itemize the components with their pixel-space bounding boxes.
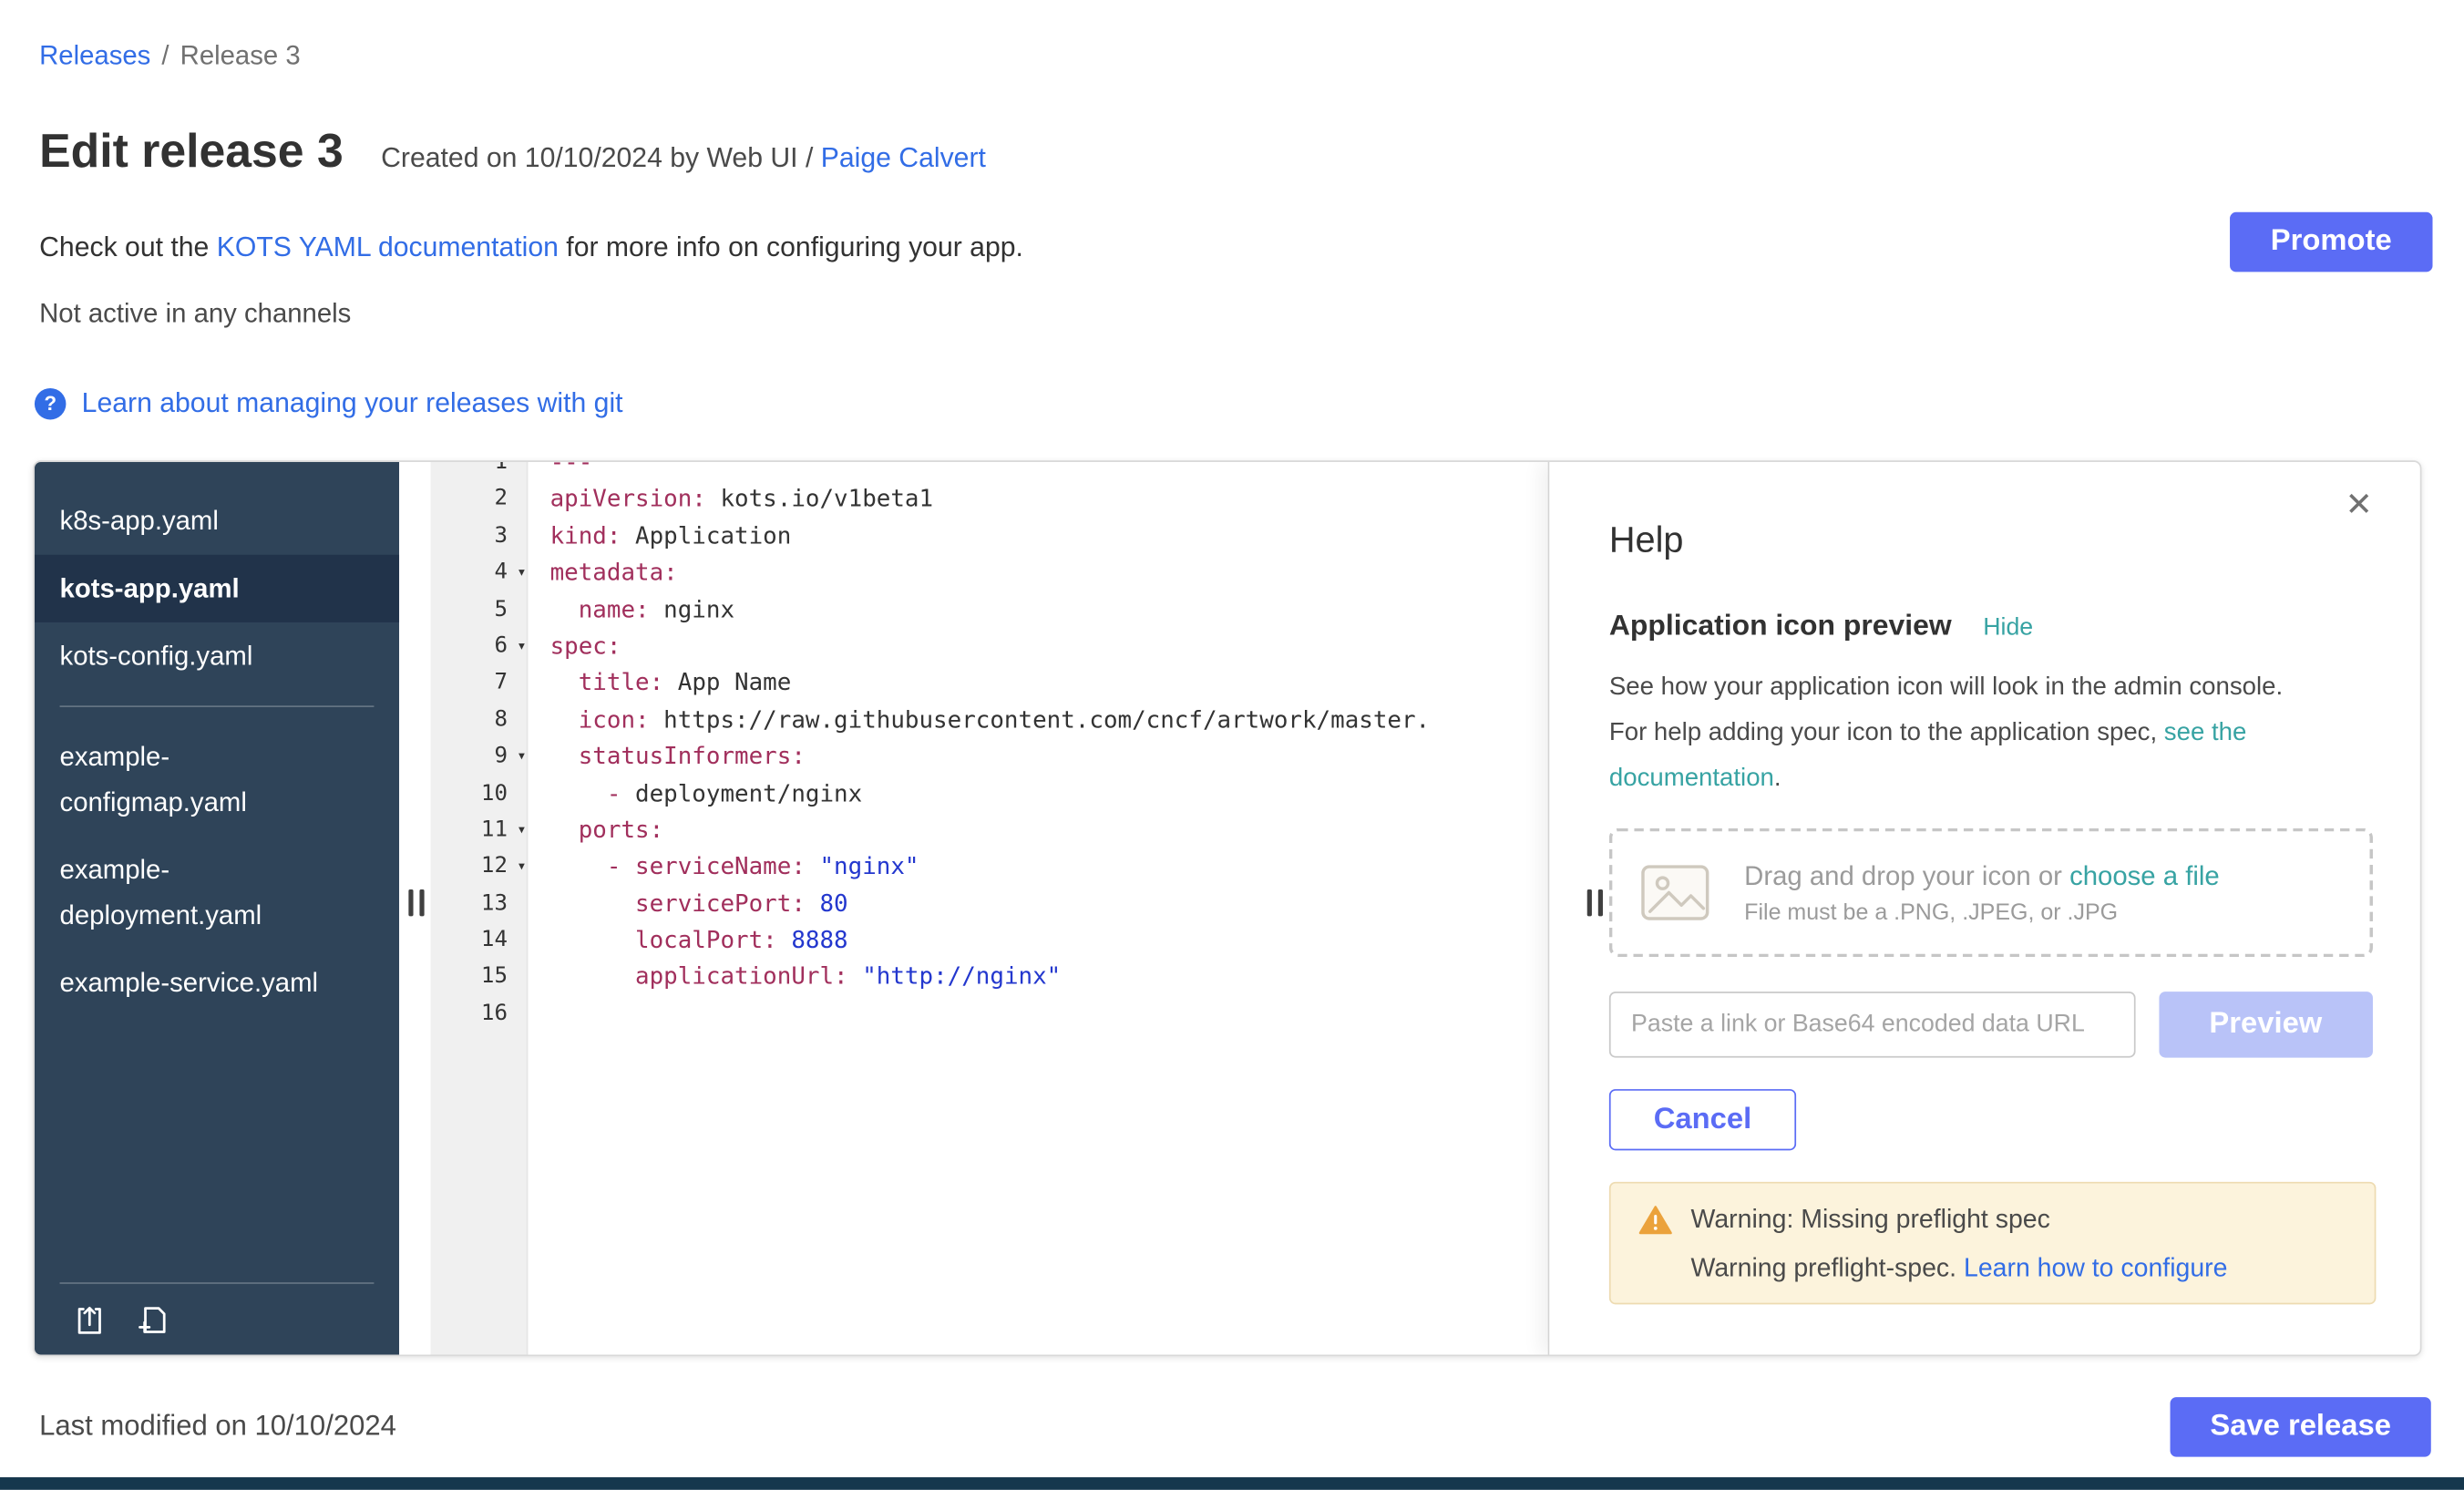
icon-url-input[interactable]	[1609, 992, 2135, 1057]
warning-line-2-text: Warning preflight-spec.	[1691, 1254, 1964, 1282]
last-modified-text: Last modified on 10/10/2024	[39, 1410, 396, 1443]
file-tree-item[interactable]: k8s-app.yaml	[35, 488, 399, 555]
git-help-row: ? Learn about managing your releases wit…	[35, 386, 623, 419]
git-help-link[interactable]: Learn about managing your releases with …	[82, 386, 623, 419]
gutter-line-number: 5	[431, 591, 527, 628]
docs-text-after: for more info on configuring your app.	[559, 231, 1023, 262]
file-tree-primary: k8s-app.yamlkots-app.yamlkots-config.yam…	[35, 488, 399, 690]
bottom-strip	[0, 1477, 2464, 1490]
help-title: Help	[1609, 519, 2373, 561]
preview-button[interactable]: Preview	[2159, 992, 2373, 1057]
warning-line-1: Warning: Missing preflight spec	[1639, 1206, 2346, 1236]
cancel-button[interactable]: Cancel	[1609, 1089, 1796, 1150]
file-tree-secondary: example-configmap.yamlexample-deployment…	[35, 723, 399, 1016]
fold-toggle-icon[interactable]: ▾	[517, 849, 526, 886]
configure-preflight-link[interactable]: Learn how to configure	[1964, 1254, 2227, 1282]
gutter-line-number: 16	[431, 996, 527, 1033]
docs-text-before: Check out the	[39, 231, 217, 262]
file-tree-item[interactable]: example-deployment.yaml	[35, 836, 399, 949]
gutter-line-number: 1	[431, 462, 527, 481]
resize-handle-left[interactable]	[408, 889, 424, 916]
breadcrumb: Releases / Release 3	[39, 41, 301, 72]
warning-text: Warning: Missing preflight spec	[1691, 1206, 2050, 1236]
hide-link[interactable]: Hide	[1983, 614, 2033, 642]
warning-box: Warning: Missing preflight spec Warning …	[1609, 1182, 2377, 1305]
breadcrumb-current: Release 3	[180, 41, 301, 71]
icon-dropzone[interactable]: Drag and drop your icon or choose a file…	[1609, 828, 2373, 957]
file-tree-item[interactable]: kots-config.yaml	[35, 622, 399, 690]
gutter-line-number: 15	[431, 960, 527, 996]
gutter-line-number: 2	[431, 481, 527, 518]
warning-line-2: Warning preflight-spec. Learn how to con…	[1639, 1254, 2346, 1284]
editor-gutter-lines: 1234▾56▾789▾1011▾12▾13141516	[431, 462, 527, 1033]
choose-file-link[interactable]: choose a file	[2069, 860, 2220, 890]
docs-callout: Check out the KOTS YAML documentation fo…	[39, 231, 1023, 264]
title-row: Edit release 3 Created on 10/10/2024 by …	[39, 126, 986, 180]
fold-toggle-icon[interactable]: ▾	[517, 555, 526, 591]
question-icon: ?	[35, 387, 66, 418]
dropzone-hint: File must be a .PNG, .JPEG, or .JPG	[1744, 899, 2219, 925]
gutter-line-number: 9▾	[431, 739, 527, 776]
gutter-line-number: 7	[431, 665, 527, 702]
file-tree-item[interactable]: example-configmap.yaml	[35, 723, 399, 836]
file-tree-item[interactable]: example-service.yaml	[35, 950, 399, 1017]
icon-url-row: Preview	[1609, 992, 2373, 1057]
close-icon[interactable]: ✕	[2336, 484, 2382, 527]
gutter-line-number: 10	[431, 776, 527, 812]
gutter-line-number: 6▾	[431, 629, 527, 665]
editor-gutter: 1234▾56▾789▾1011▾12▾13141516	[431, 462, 529, 1355]
new-file-icon[interactable]	[135, 1302, 169, 1337]
dropzone-text: Drag and drop your icon or choose a file	[1744, 860, 2219, 891]
promote-button[interactable]: Promote	[2230, 212, 2432, 272]
file-tree-divider	[60, 705, 375, 707]
breadcrumb-separator: /	[161, 41, 169, 71]
fold-toggle-icon[interactable]: ▾	[517, 629, 526, 665]
created-meta: Created on 10/10/2024 by Web UI / Paige …	[381, 141, 986, 174]
edit-release-page: Releases / Release 3 Edit release 3 Create…	[0, 0, 2464, 1490]
resize-handle-right[interactable]	[1587, 889, 1603, 916]
gutter-line-number: 12▾	[431, 849, 527, 886]
page-title: Edit release 3	[39, 126, 344, 180]
created-text: Created on 10/10/2024 by Web UI /	[381, 141, 821, 172]
dropzone-text-block: Drag and drop your icon or choose a file…	[1744, 860, 2219, 925]
fold-toggle-icon[interactable]: ▾	[517, 812, 526, 848]
file-tree-item[interactable]: kots-app.yaml	[35, 555, 399, 622]
gutter-line-number: 3	[431, 519, 527, 555]
save-release-button[interactable]: Save release	[2171, 1397, 2431, 1457]
dropzone-text-before: Drag and drop your icon or	[1744, 860, 2069, 890]
author-link[interactable]: Paige Calvert	[821, 141, 986, 172]
icon-preview-title: Application icon preview	[1609, 608, 1952, 642]
channel-status: Not active in any channels	[39, 299, 351, 330]
fold-toggle-icon[interactable]: ▾	[517, 739, 526, 776]
help-panel: ✕ Help Application icon preview Hide See…	[1548, 462, 2420, 1355]
gutter-line-number: 8	[431, 702, 527, 738]
file-tree: k8s-app.yamlkots-app.yamlkots-config.yam…	[35, 462, 399, 1355]
gutter-line-number: 11▾	[431, 812, 527, 848]
kots-docs-link[interactable]: KOTS YAML documentation	[217, 231, 559, 262]
upload-file-icon[interactable]	[72, 1302, 107, 1337]
image-placeholder-icon	[1640, 864, 1709, 920]
gutter-line-number: 4▾	[431, 555, 527, 591]
description-period: .	[1774, 766, 1781, 792]
gutter-line-number: 13	[431, 886, 527, 922]
breadcrumb-releases-link[interactable]: Releases	[39, 41, 150, 71]
release-editor: k8s-app.yamlkots-app.yamlkots-config.yam…	[33, 460, 2421, 1356]
file-tree-footer	[60, 1282, 375, 1354]
gutter-line-number: 14	[431, 922, 527, 959]
icon-preview-header: Application icon preview Hide	[1609, 608, 2373, 642]
warning-icon	[1639, 1206, 1672, 1236]
icon-preview-description: See how your application icon will look …	[1609, 664, 2325, 801]
